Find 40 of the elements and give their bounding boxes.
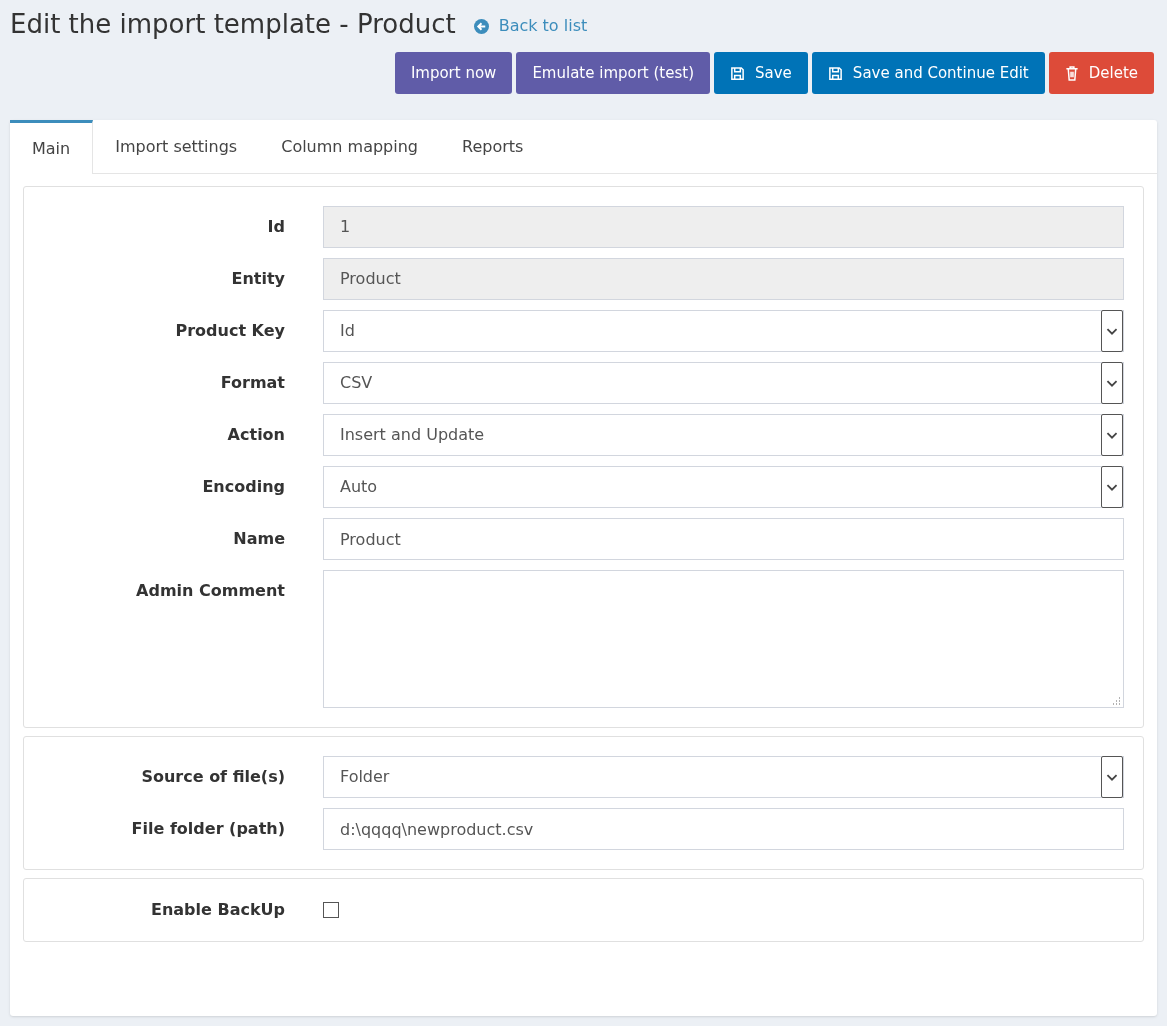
field-label: Source of file(s) (141, 767, 285, 786)
dropdown-field[interactable]: Id (323, 310, 1124, 352)
action-button[interactable]: Import now (394, 52, 513, 94)
resize-grip-icon (1112, 696, 1121, 705)
field-label: Enable BackUp (150, 900, 285, 919)
dropdown-field[interactable]: CSV (323, 362, 1124, 404)
tab[interactable]: Reports (440, 120, 546, 174)
tab[interactable]: Main (10, 120, 94, 174)
save-button[interactable]: Save (714, 52, 808, 94)
chevron-down-icon (1101, 756, 1123, 798)
field-label: Name (233, 529, 285, 548)
input-field[interactable]: Product (323, 518, 1124, 560)
page-title: Edit the import template - Product (10, 8, 456, 41)
tab[interactable]: Import settings (93, 120, 260, 174)
field-label: Entity (231, 269, 285, 288)
checkbox[interactable] (323, 902, 339, 918)
dropdown-field[interactable]: Insert and Update (323, 414, 1124, 456)
arrow-left-circle-icon (473, 18, 489, 34)
field-label: Action (227, 425, 285, 444)
trash-icon (1064, 65, 1079, 81)
readonly-field: Product (323, 258, 1124, 300)
field-label: Format (220, 373, 285, 392)
save-button[interactable]: Save and Continue Edit (811, 52, 1045, 94)
textarea-field[interactable] (323, 570, 1124, 708)
field-label: Admin Comment (136, 581, 285, 600)
readonly-field: 1 (323, 206, 1124, 248)
chevron-down-icon (1101, 466, 1123, 508)
dropdown-field[interactable]: Folder (323, 756, 1124, 798)
tab[interactable]: Column mapping (259, 120, 440, 174)
field-label: Encoding (202, 477, 285, 496)
field-label: Id (267, 217, 285, 236)
field-label: File folder (path) (131, 819, 285, 838)
delete-button[interactable]: Delete (1048, 52, 1154, 94)
dropdown-field[interactable]: Auto (323, 466, 1124, 508)
chevron-down-icon (1101, 414, 1123, 456)
input-field[interactable]: d:\qqqq\newproduct.csv (323, 808, 1124, 850)
chevron-down-icon (1101, 310, 1123, 352)
field-label: Product Key (175, 321, 285, 340)
action-button[interactable]: Emulate import (test) (516, 52, 711, 94)
chevron-down-icon (1101, 362, 1123, 404)
